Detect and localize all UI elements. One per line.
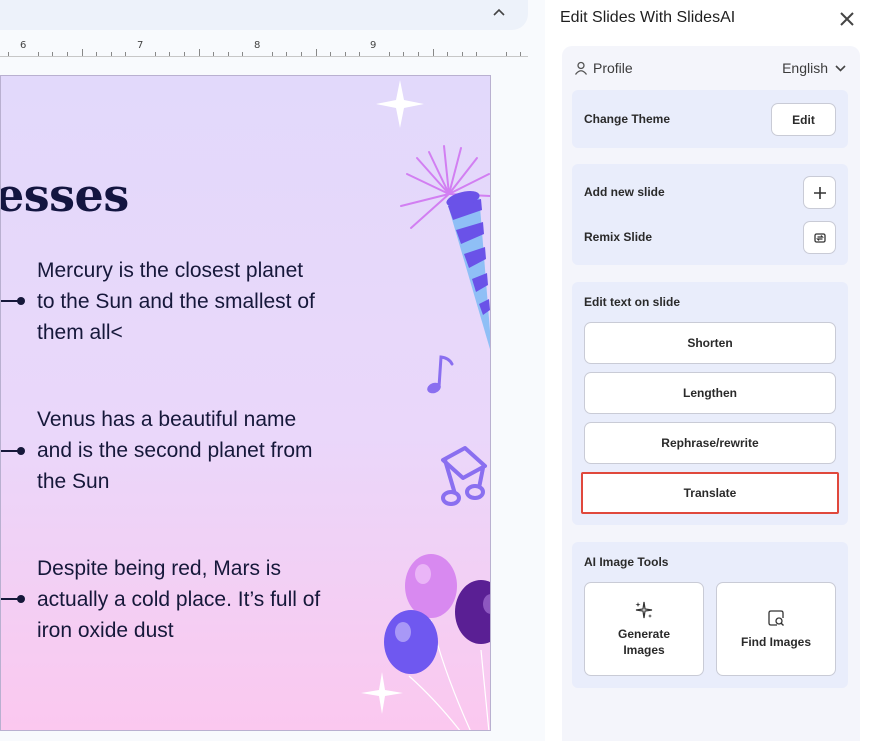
ruler-tick: [183, 52, 185, 56]
bullet-dot: [17, 447, 25, 455]
ruler-tick: [461, 52, 463, 56]
ruler-number: 6: [20, 40, 27, 51]
generate-images-label: Generate Images: [617, 627, 671, 657]
ruler-tick: [154, 52, 156, 56]
language-select[interactable]: English: [782, 60, 846, 76]
lengthen-button[interactable]: Lengthen: [584, 372, 836, 414]
remix-icon: [813, 232, 826, 243]
add-slide-label: Add new slide: [584, 185, 665, 199]
collapse-toolbar-button[interactable]: [487, 2, 511, 22]
slidesai-sidebar: Edit Slides With SlidesAI Profile Englis…: [545, 0, 871, 741]
ruler-tick: [81, 49, 83, 56]
ruler-tick: [110, 52, 112, 56]
ruler-tick: [37, 52, 39, 56]
music-note-icon: [427, 355, 454, 394]
ruler-number: 7: [137, 40, 144, 51]
ruler-tick: [447, 52, 449, 56]
ruler-tick: [125, 52, 127, 56]
bullet-text-venus[interactable]: Venus has a beautiful name and is the se…: [37, 404, 322, 497]
close-icon: [840, 12, 854, 26]
slide-actions-card: Add new slide Remix Slide: [572, 164, 848, 265]
bullet-text-mercury[interactable]: Mercury is the closest planet to the Sun…: [37, 255, 322, 348]
ruler-tick: [96, 52, 98, 56]
chevron-down-icon: [835, 64, 846, 72]
horizontal-ruler: 6 7 8 9: [0, 39, 528, 57]
find-images-label: Find Images: [740, 635, 811, 649]
ruler-tick: [66, 52, 68, 56]
sparkles-icon: [635, 601, 653, 619]
image-tools-card: AI Image Tools Generate Images Find Imag…: [572, 542, 848, 688]
remix-slide-button[interactable]: [803, 221, 836, 254]
ruler-tick: [169, 52, 171, 56]
ruler-tick: [300, 52, 302, 56]
slide-canvas[interactable]: esses Mercury is the closest planet to t…: [0, 75, 491, 731]
translate-button[interactable]: Translate: [581, 472, 839, 514]
bullet-dot: [17, 595, 25, 603]
remix-slide-label: Remix Slide: [584, 230, 653, 244]
theme-card: Change Theme Edit: [572, 90, 848, 148]
generate-images-button[interactable]: Generate Images: [584, 582, 704, 676]
ruler-tick: [505, 52, 507, 56]
panel-content: Profile English Change Theme Edit Add ne…: [562, 46, 860, 741]
ruler-tick: [227, 52, 229, 56]
image-search-icon: [768, 610, 784, 626]
beamed-notes-icon: [441, 446, 487, 506]
sparkle-icon: [361, 672, 403, 714]
ruler-tick: [344, 52, 346, 56]
ruler-tick: [520, 52, 522, 56]
panel-title: Edit Slides With SlidesAI: [560, 9, 736, 26]
ruler-tick: [242, 52, 244, 56]
bullet-text-mars[interactable]: Despite being red, Mars is actually a co…: [37, 553, 322, 646]
profile-link[interactable]: Profile: [574, 60, 633, 76]
ruler-tick: [417, 52, 419, 56]
edit-text-card: Edit text on slide Shorten Lengthen Reph…: [572, 282, 848, 525]
ruler-tick: [271, 52, 273, 56]
plus-icon: [813, 186, 826, 199]
profile-row: Profile English: [574, 58, 848, 78]
rephrase-button[interactable]: Rephrase/rewrite: [584, 422, 836, 464]
close-button[interactable]: [835, 8, 859, 30]
find-images-button[interactable]: Find Images: [716, 582, 836, 676]
ruler-tick: [286, 52, 288, 56]
party-horn-illustration: [400, 145, 490, 350]
profile-label: Profile: [593, 60, 633, 76]
ruler-tick: [388, 52, 390, 56]
person-icon: [574, 61, 588, 75]
ruler-number: 8: [254, 40, 261, 51]
ruler-tick: [198, 49, 200, 56]
shorten-button[interactable]: Shorten: [584, 322, 836, 364]
toolbar-strip: [0, 0, 528, 30]
image-tools-label: AI Image Tools: [584, 555, 669, 569]
chevron-up-icon: [493, 8, 505, 16]
change-theme-label: Change Theme: [584, 112, 671, 126]
ruler-tick: [476, 52, 478, 56]
add-slide-button[interactable]: [803, 176, 836, 209]
ruler-tick: [8, 52, 10, 56]
language-value: English: [782, 60, 828, 76]
sparkle-icon: [376, 80, 424, 128]
bullet-dot: [17, 297, 25, 305]
edit-theme-button[interactable]: Edit: [771, 103, 836, 136]
ruler-number: 9: [370, 40, 377, 51]
ruler-tick: [52, 52, 54, 56]
ruler-tick: [315, 49, 317, 56]
ruler-tick: [432, 49, 434, 56]
ruler-tick: [403, 52, 405, 56]
ruler-tick: [330, 52, 332, 56]
slide-title[interactable]: esses: [1, 168, 129, 222]
ruler-tick: [359, 52, 361, 56]
edit-text-label: Edit text on slide: [584, 295, 681, 309]
slide-editor-area: 6 7 8 9 esses Mercury is the closest pla…: [0, 0, 545, 741]
ruler-tick: [213, 52, 215, 56]
